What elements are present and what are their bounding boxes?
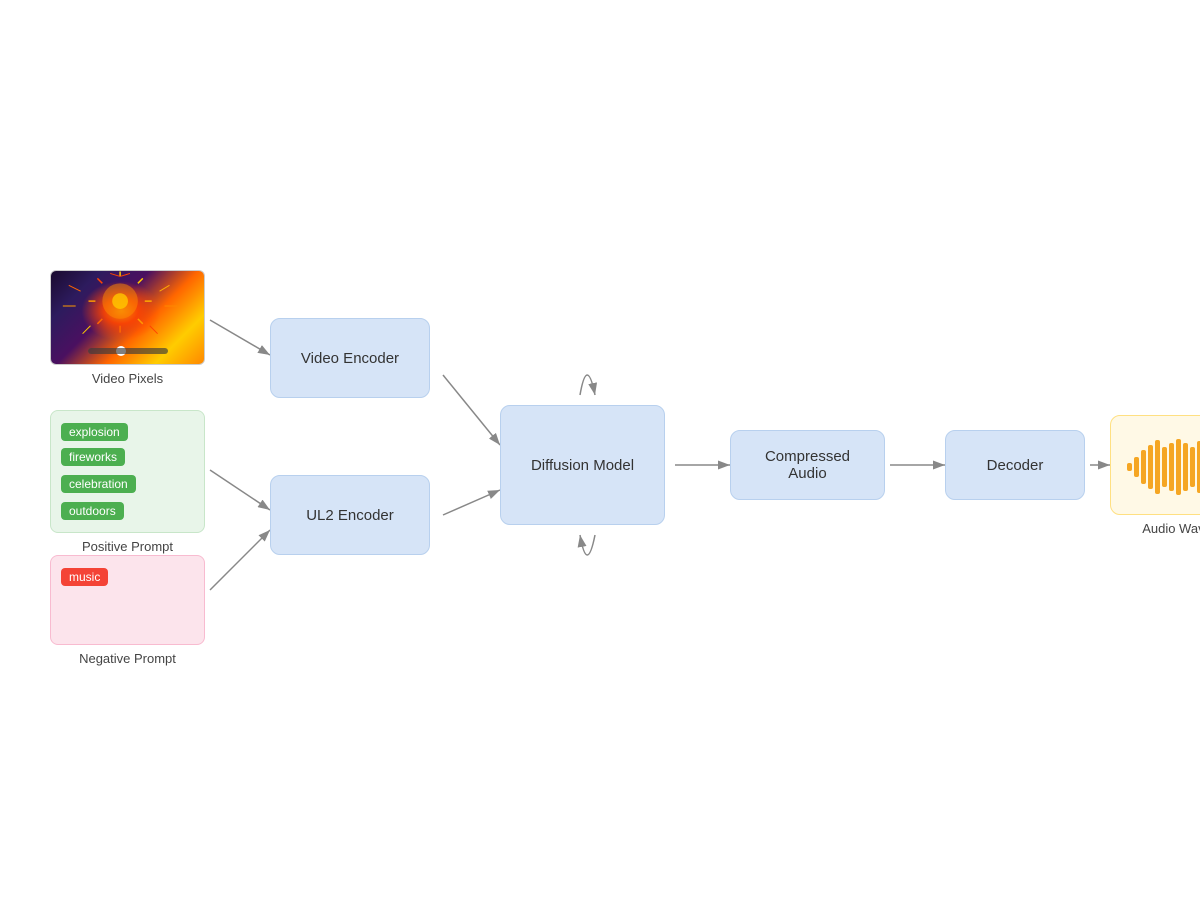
positive-tags-row-2: celebration — [61, 473, 194, 495]
compressed-audio-box: Compressed Audio — [730, 430, 885, 500]
ul2-encoder-block: UL2 Encoder — [270, 475, 430, 555]
decoder-box: Decoder — [945, 430, 1085, 500]
tag-celebration: celebration — [61, 475, 136, 493]
positive-tags-row: explosion fireworks — [61, 421, 194, 468]
diffusion-model-block: Diffusion Model — [500, 405, 665, 525]
decoder-block: Decoder — [945, 430, 1085, 500]
diffusion-model-label: Diffusion Model — [531, 457, 634, 474]
compressed-audio-label: Compressed Audio — [765, 448, 850, 482]
audio-waveform-box — [1110, 415, 1200, 515]
audio-waveform-label: Audio Waveform — [1142, 521, 1200, 536]
audio-waveform-block: Audio Waveform — [1110, 415, 1200, 536]
video-pixels-label: Video Pixels — [92, 371, 163, 386]
tag-explosion: explosion — [61, 423, 128, 441]
negative-prompt-box: music — [50, 555, 205, 645]
positive-prompt-block: explosion fireworks celebration outdoors… — [50, 410, 205, 554]
ul2-encoder-label: UL2 Encoder — [306, 507, 394, 524]
tag-outdoors: outdoors — [61, 502, 124, 520]
positive-tags-row-3: outdoors — [61, 500, 194, 522]
waveform-svg — [1125, 435, 1200, 495]
ul2-encoder-box: UL2 Encoder — [270, 475, 430, 555]
video-encoder-box: Video Encoder — [270, 318, 430, 398]
tag-music: music — [61, 568, 108, 586]
compressed-audio-block: Compressed Audio — [730, 430, 885, 500]
decoder-label: Decoder — [987, 457, 1044, 474]
video-encoder-block: Video Encoder — [270, 318, 430, 398]
pipeline-diagram: Video Pixels explosion fireworks celebra… — [50, 200, 1150, 720]
negative-prompt-block: music Negative Prompt — [50, 555, 205, 666]
video-thumbnail — [50, 270, 205, 365]
diffusion-model-box: Diffusion Model — [500, 405, 665, 525]
diagram-container: Video Pixels explosion fireworks celebra… — [0, 0, 1200, 920]
tag-fireworks: fireworks — [61, 448, 125, 466]
positive-prompt-label: Positive Prompt — [82, 539, 173, 554]
negative-tags-row: music — [61, 566, 194, 588]
negative-prompt-label: Negative Prompt — [79, 651, 176, 666]
positive-prompt-box: explosion fireworks celebration outdoors — [50, 410, 205, 533]
video-encoder-label: Video Encoder — [301, 350, 399, 367]
video-thumbnail-block: Video Pixels — [50, 270, 205, 386]
